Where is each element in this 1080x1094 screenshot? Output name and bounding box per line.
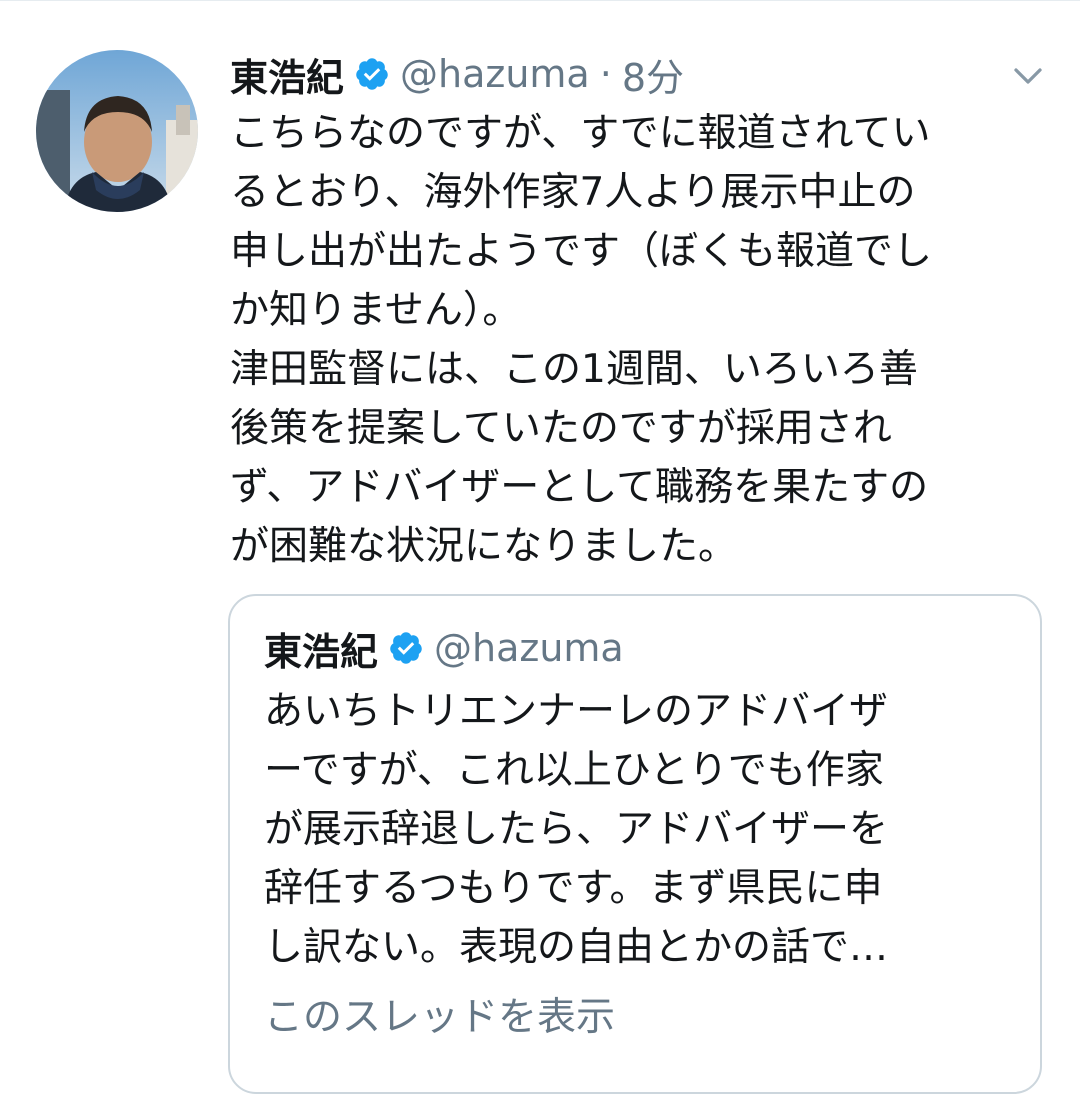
tweet-text-line: ず、アドバイザーとして職務を果たすの bbox=[230, 465, 929, 510]
chevron-down-icon[interactable] bbox=[1010, 58, 1046, 94]
avatar-photo bbox=[36, 50, 198, 212]
quoted-author-handle: @hazuma bbox=[434, 626, 624, 670]
quoted-text-line: あいちトリエンナーレのアドバイザ bbox=[264, 689, 889, 734]
tweet-text: こちらなのですが、すでに報道されてい るとおり、海外作家7人より展示中止の 申し… bbox=[230, 104, 1040, 576]
author-handle[interactable]: @hazuma bbox=[400, 52, 590, 96]
tweet-text-line: か知りません）。 bbox=[230, 288, 522, 333]
timestamp[interactable]: 8分 bbox=[622, 47, 684, 102]
verified-badge-icon bbox=[354, 56, 390, 92]
tweet-header: 東浩紀 @hazuma · 8分 bbox=[230, 40, 1040, 108]
quoted-text-line: し訳ない。表現の自由とかの話で… bbox=[264, 925, 889, 970]
separator-dot: · bbox=[599, 52, 612, 96]
tweet[interactable]: 東浩紀 @hazuma · 8分 こちらなのですが、すでに報道されてい るとおり… bbox=[230, 40, 1040, 576]
author-name[interactable]: 東浩紀 bbox=[230, 47, 344, 102]
tweet-text-line: 後策を提案していたのですが採用され bbox=[230, 406, 892, 451]
quoted-text-line: 辞任するつもりです。まず県民に申 bbox=[264, 866, 883, 911]
quoted-text-line: ーですが、これ以上ひとりでも作家 bbox=[264, 748, 884, 793]
show-thread-link[interactable]: このスレッドを表示 bbox=[264, 986, 615, 1042]
tweet-text-line: 津田監督には、この1週間、いろいろ善 bbox=[230, 347, 918, 392]
quoted-author-name: 東浩紀 bbox=[264, 629, 379, 674]
tweet-text-line: こちらなのですが、すでに報道されてい bbox=[230, 111, 931, 156]
tweet-text-line: が困難な状況になりました。 bbox=[230, 524, 738, 569]
quoted-text-line: が展示辞退したら、アドバイザーを bbox=[264, 807, 889, 852]
quoted-tweet-text: あいちトリエンナーレのアドバイザ ーですが、これ以上ひとりでも作家 が展示辞退し… bbox=[264, 682, 888, 977]
quoted-tweet[interactable]: 東浩紀 @hazuma あいちトリエンナーレのアドバイザ ーですが、これ以上ひと… bbox=[228, 594, 1042, 1094]
tweet-text-line: るとおり、海外作家7人より展示中止の bbox=[230, 170, 916, 215]
verified-badge-icon bbox=[388, 630, 424, 666]
tweet-text-line: 申し出が出たようです（ぼくも報道でし bbox=[230, 229, 933, 274]
quoted-tweet-header: 東浩紀 @hazuma bbox=[264, 616, 624, 680]
top-divider bbox=[0, 0, 1080, 1]
avatar[interactable] bbox=[36, 50, 198, 212]
